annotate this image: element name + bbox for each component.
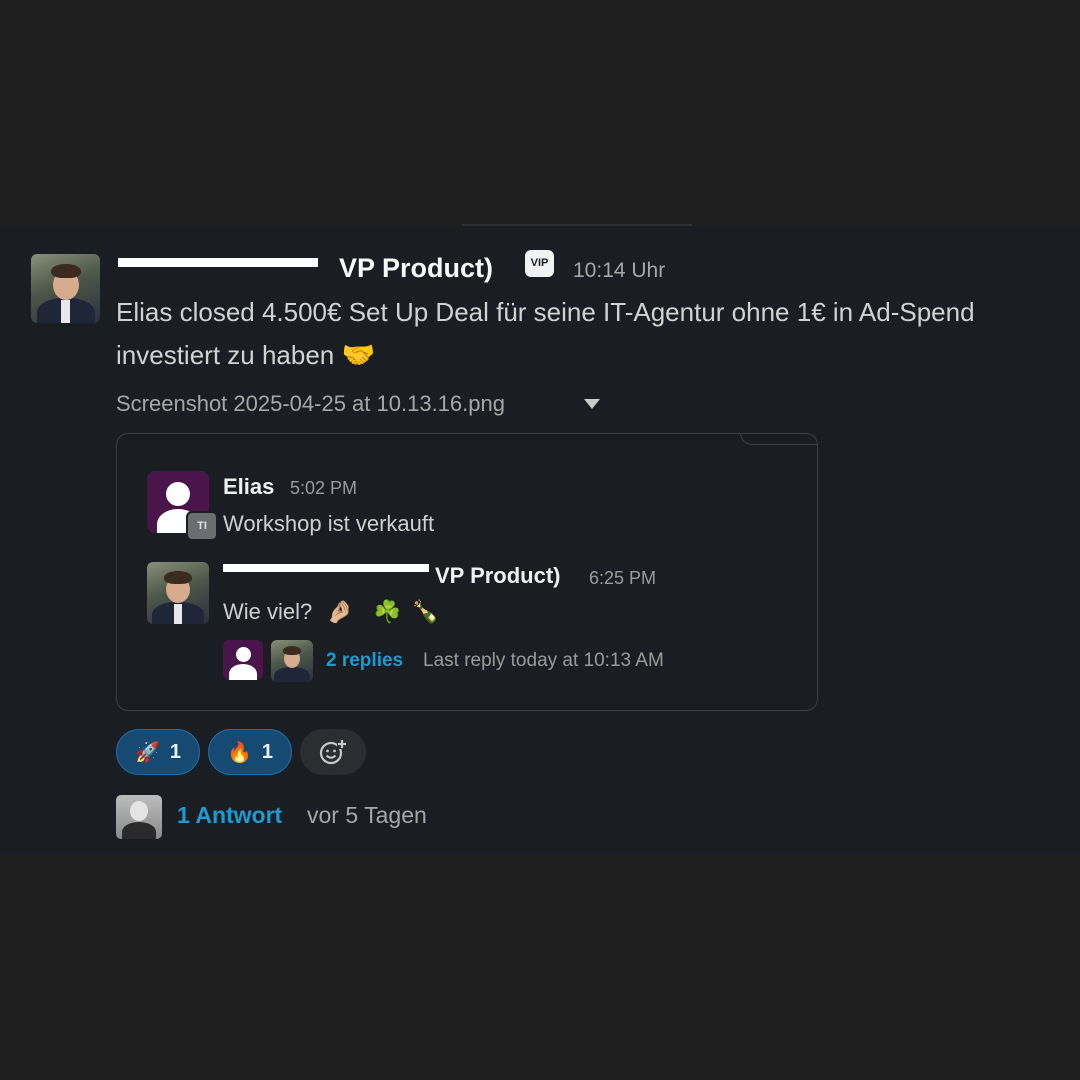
sender-name[interactable]: VP Product): [339, 253, 493, 284]
shamrock-icon: ☘️: [373, 599, 402, 624]
inner-message-text: Wie viel?: [223, 599, 313, 624]
elias-message: Workshop ist verkauft: [223, 511, 435, 536]
reply-user-avatar: [223, 640, 263, 680]
inner-message: Wie viel? 🤌🏼 ☘️ 🍾: [223, 599, 439, 625]
thread-reply-link[interactable]: 1 Antwort: [177, 802, 282, 829]
reaction-count: 1: [169, 740, 182, 763]
redacted-name: [118, 258, 318, 267]
elias-time: 5:02 PM: [290, 478, 358, 498]
inner-sender-avatar: [147, 562, 209, 624]
message-time[interactable]: 10:14 Uhr: [573, 259, 665, 283]
attachment-notch: [740, 433, 818, 445]
chevron-down-icon[interactable]: [584, 399, 600, 409]
replies-link: 2 replies: [326, 650, 404, 671]
message-text-line-2: investiert zu haben 🤝: [116, 339, 375, 371]
elias-name: Elias: [223, 474, 275, 499]
pinched-fingers-icon: 🤌🏼: [326, 599, 354, 624]
thread-reply-age: vor 5 Tagen: [307, 802, 427, 828]
reaction-fire[interactable]: 🔥 1: [208, 729, 292, 775]
inner-sender-time: 6:25 PM: [589, 568, 657, 588]
thread-reply-avatar[interactable]: [116, 795, 162, 839]
message-text-line-2-text: investiert zu haben: [116, 340, 335, 370]
add-emoji-icon: [319, 739, 347, 765]
reply-user-avatar-2: [271, 640, 313, 682]
inner-sender-name: VP Product): [435, 563, 561, 588]
fire-icon: 🔥: [226, 741, 252, 764]
reaction-count: 1: [261, 740, 274, 763]
handshake-icon: 🤝: [341, 340, 376, 370]
champagne-icon: 🍾: [411, 599, 439, 624]
last-reply-text: Last reply today at 10:13 AM: [423, 650, 664, 671]
sender-avatar[interactable]: [31, 254, 100, 323]
add-reaction-button[interactable]: [300, 729, 366, 775]
vip-badge: VIP: [525, 250, 554, 277]
file-name[interactable]: Screenshot 2025-04-25 at 10.13.16.png: [116, 391, 505, 417]
redacted-inner-name: [223, 564, 429, 572]
rocket-icon: 🚀: [134, 741, 160, 764]
message-text-line-1: Elias closed 4.500€ Set Up Deal für sein…: [116, 297, 975, 327]
ti-badge: TI: [186, 511, 218, 541]
reaction-rocket[interactable]: 🚀 1: [116, 729, 200, 775]
